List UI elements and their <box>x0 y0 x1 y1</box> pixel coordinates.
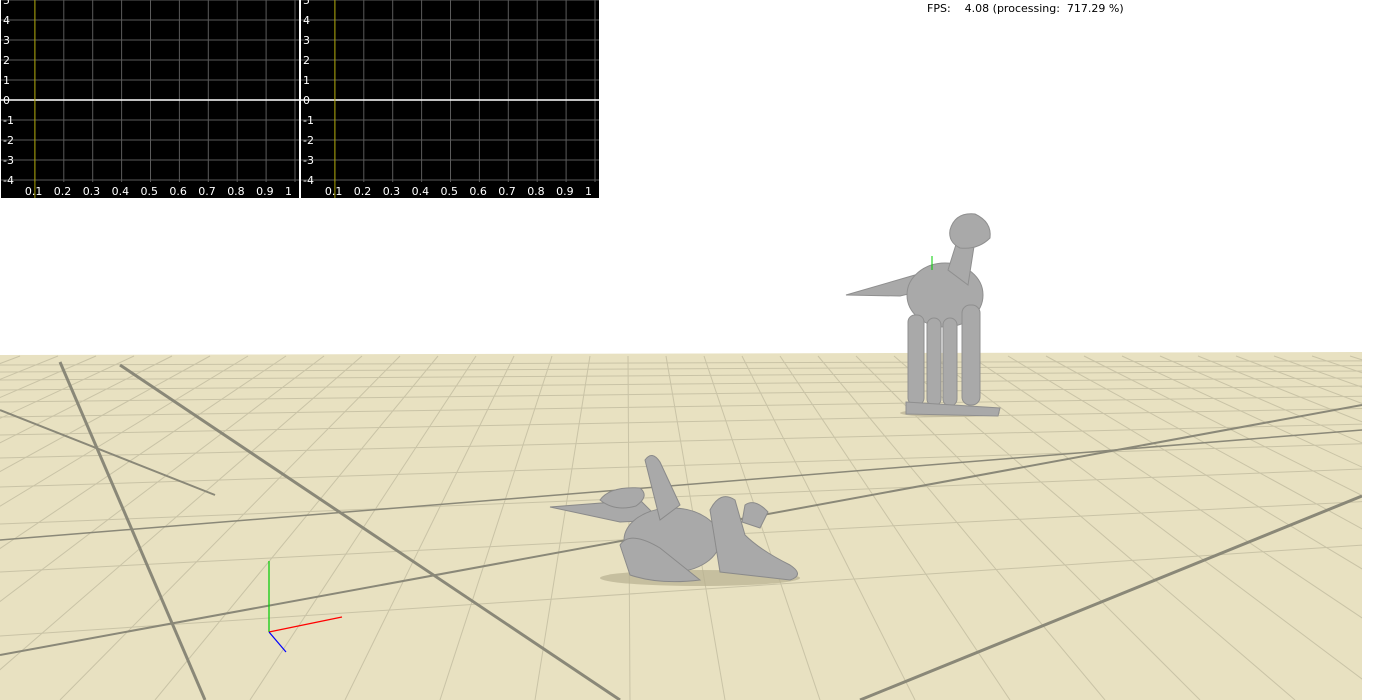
plot-y-tick-label: -2 <box>303 134 314 147</box>
plot-y-tick-label: 5 <box>3 0 10 7</box>
plot-x-tick-label: 0.9 <box>556 185 574 198</box>
plot-y-tick-label: 3 <box>303 34 310 47</box>
plot-y-tick-label: 0 <box>303 94 310 107</box>
standing-raptor-leg-3 <box>942 317 958 407</box>
plot-y-tick-label: -4 <box>3 174 14 187</box>
plot-2-canvas: 5 4 3 2 1 0 -1 -2 -3 -4 0.1 0.2 0.3 0.4 0.5 0.6 0.7 0.8 0.… <box>301 0 599 198</box>
processing-readout: (processing: 717.29 %) <box>992 2 1124 15</box>
fps-value: 4.08 <box>964 2 990 15</box>
plot-y-tick-label: 2 <box>303 54 310 67</box>
plot-y-tick-label: -1 <box>3 114 14 127</box>
standing-raptor-head <box>949 213 991 249</box>
standing-raptor-leg-2 <box>926 317 942 407</box>
fps-label: FPS: <box>927 2 951 15</box>
standing-raptor-leg-4 <box>961 304 981 406</box>
plot-x-tick-label: 0.6 <box>469 185 487 198</box>
plot-y-tick-label: 1 <box>3 74 10 87</box>
plot-x-tick-label: 0.5 <box>441 185 459 198</box>
plot-x-tick-label: 0.8 <box>527 185 545 198</box>
plot-x-tick-label: 1 <box>285 185 292 198</box>
plot-y-tick-label: 2 <box>3 54 10 67</box>
standing-raptor-leg-1 <box>907 314 925 406</box>
plot-x-tick-label: 0.8 <box>227 185 245 198</box>
plot-panel-2: 5 4 3 2 1 0 -1 -2 -3 -4 0.1 0.2 0.3 0.4 0.5 0.6 0.7 0.8 0.… <box>301 0 599 198</box>
plot-y-tick-label: -2 <box>3 134 14 147</box>
plot-y-tick-label: 5 <box>303 0 310 7</box>
plot-x-tick-label: 0.2 <box>54 185 72 198</box>
plot-x-tick-label: 0.3 <box>383 185 401 198</box>
3d-viewport[interactable]: 5 4 3 2 1 0 -1 -2 -3 -4 0.1 0.2 0.3 0.4 0.5 0.6 0.7 0.8 0.… <box>0 0 1362 700</box>
plot-x-tick-label: 0.2 <box>354 185 372 198</box>
plot-y-tick-label: -1 <box>303 114 314 127</box>
plot-x-tick-label: 0.1 <box>25 185 43 198</box>
plot-y-tick-label: 4 <box>303 14 310 27</box>
plot-panel-1: 5 4 3 2 1 0 -1 -2 -3 -4 0.1 0.2 0.3 0.4 0.5 0.6 0.7 0.8 0.… <box>1 0 299 198</box>
plot-1-canvas: 5 4 3 2 1 0 -1 -2 -3 -4 0.1 0.2 0.3 0.4 0.5 0.6 0.7 0.8 0.… <box>1 0 299 198</box>
plot-x-tick-label: 1 <box>585 185 592 198</box>
plot-y-tick-label: -3 <box>303 154 314 167</box>
plot-x-tick-label: 0.3 <box>83 185 101 198</box>
plot-x-tick-label: 0.7 <box>498 185 516 198</box>
plot-y-tick-label: 1 <box>303 74 310 87</box>
plot-y-tick-label: 4 <box>3 14 10 27</box>
plot-y-tick-label: -4 <box>303 174 314 187</box>
plot-x-tick-label: 0.4 <box>112 185 130 198</box>
plot-x-tick-label: 0.5 <box>141 185 159 198</box>
plot-y-tick-label: 3 <box>3 34 10 47</box>
plot-x-tick-label: 0.7 <box>198 185 216 198</box>
plot-x-tick-label: 0.4 <box>412 185 430 198</box>
plot-y-tick-label: 0 <box>3 94 10 107</box>
window-edge <box>1362 0 1400 700</box>
plot-x-tick-label: 0.6 <box>169 185 187 198</box>
plot-y-tick-label: -3 <box>3 154 14 167</box>
plot-x-tick-label: 0.1 <box>325 185 343 198</box>
fps-readout: FPS: 4.08 (processing: 717.29 %) <box>927 2 1124 15</box>
plot-x-tick-label: 0.9 <box>256 185 274 198</box>
